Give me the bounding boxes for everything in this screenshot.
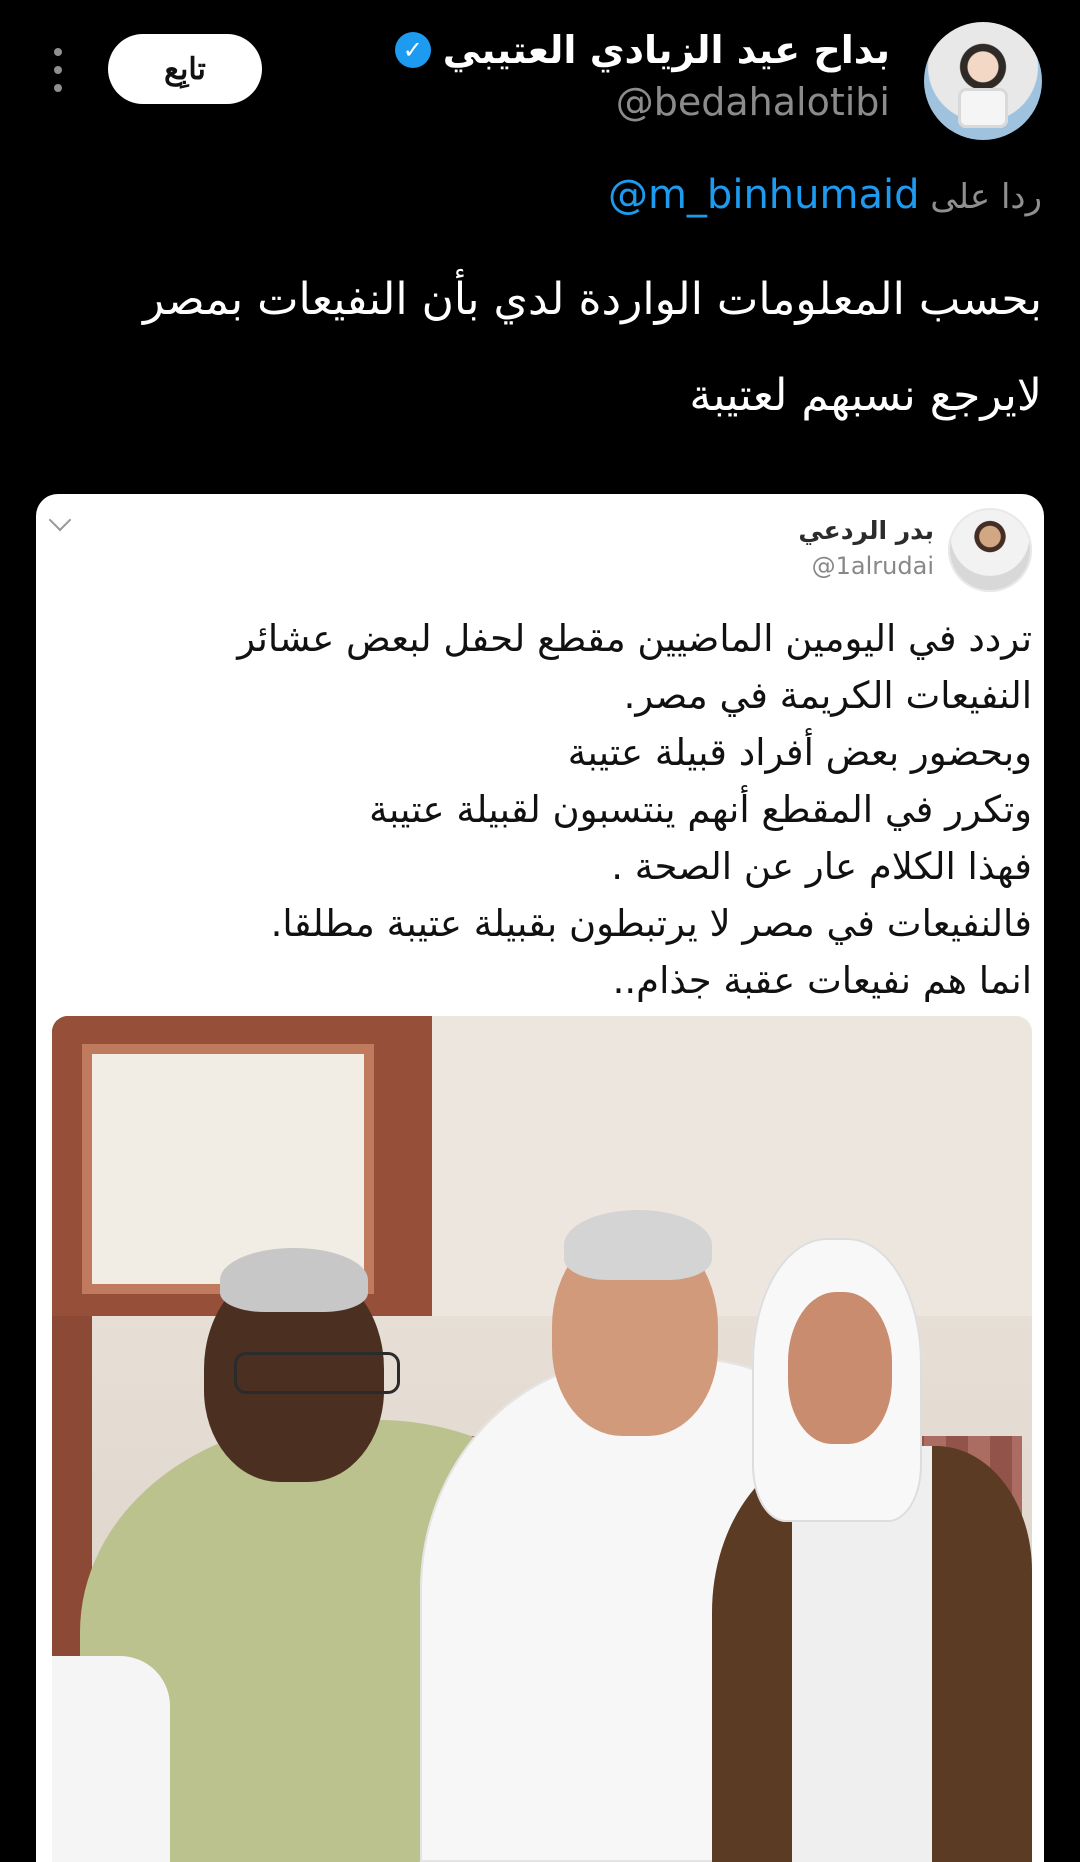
quoted-text-line: فهذا الكلام عار عن الصحة . — [611, 845, 1032, 888]
replying-to-label: ردا على — [930, 177, 1042, 217]
quoted-author-name[interactable]: بدر الردعي — [798, 516, 934, 545]
quoted-author-handle[interactable]: @1alrudai — [812, 552, 934, 580]
quoted-text-line: فالنفيعات في مصر لا يرتبطون بقبيلة عتيبة… — [270, 902, 1032, 945]
quoted-author-avatar[interactable] — [948, 508, 1032, 592]
tweet-text: بحسب المعلومات الواردة لدي بأن النفيعات … — [82, 252, 1042, 444]
author-name[interactable]: بداح عيد الزيادي العتيبي — [443, 28, 890, 72]
tweet-text-line: بحسب المعلومات الواردة لدي بأن النفيعات … — [142, 274, 1042, 325]
quoted-text-line: وبحضور بعض أفراد قبيلة عتيبة — [567, 731, 1032, 774]
person-left-glasses — [234, 1352, 400, 1394]
follow-button[interactable]: تابِع — [108, 34, 262, 104]
attached-photo[interactable] — [52, 1016, 1032, 1862]
quoted-text-line: انما هم نفيعات عقبة جذام.. — [612, 959, 1032, 1002]
tweet-header: بداح عيد الزيادي العتيبي ✓ @bedahalotibi… — [0, 0, 1080, 160]
chevron-down-icon[interactable] — [48, 508, 72, 532]
quoted-tweet-card[interactable]: بدر الردعي @1alrudai تردد في اليومين الم… — [36, 494, 1044, 1862]
author-name-row: بداح عيد الزيادي العتيبي ✓ — [394, 28, 890, 72]
more-dot-icon — [54, 48, 62, 56]
quoted-text-line: تردد في اليومين الماضيين مقطع لحفل لبعض … — [237, 617, 1032, 660]
author-avatar[interactable] — [924, 22, 1042, 140]
quoted-tweet-text: تردد في اليومين الماضيين مقطع لحفل لبعض … — [172, 610, 1032, 1009]
more-icon[interactable] — [52, 48, 64, 92]
tweet-text-line: لايرجع نسبهم لعتيبة — [689, 370, 1042, 421]
author-handle[interactable]: @bedahalotibi — [616, 80, 890, 124]
verified-icon: ✓ — [394, 32, 431, 68]
person-left-hair — [220, 1248, 368, 1312]
more-dot-icon — [54, 66, 62, 74]
reply-handle-link[interactable]: @m_binhumaid — [608, 172, 920, 218]
quoted-text-line: النفيعات الكريمة في مصر. — [623, 674, 1032, 717]
person-right-face — [788, 1292, 892, 1444]
quoted-text-line: وتكرر في المقطع أنهم ينتسبون لقبيلة عتيب… — [369, 788, 1032, 831]
more-dot-icon — [54, 84, 62, 92]
foreground-sleeve — [52, 1656, 170, 1862]
person-center-hair — [564, 1210, 712, 1280]
replying-to: ردا على @m_binhumaid — [608, 172, 1042, 218]
